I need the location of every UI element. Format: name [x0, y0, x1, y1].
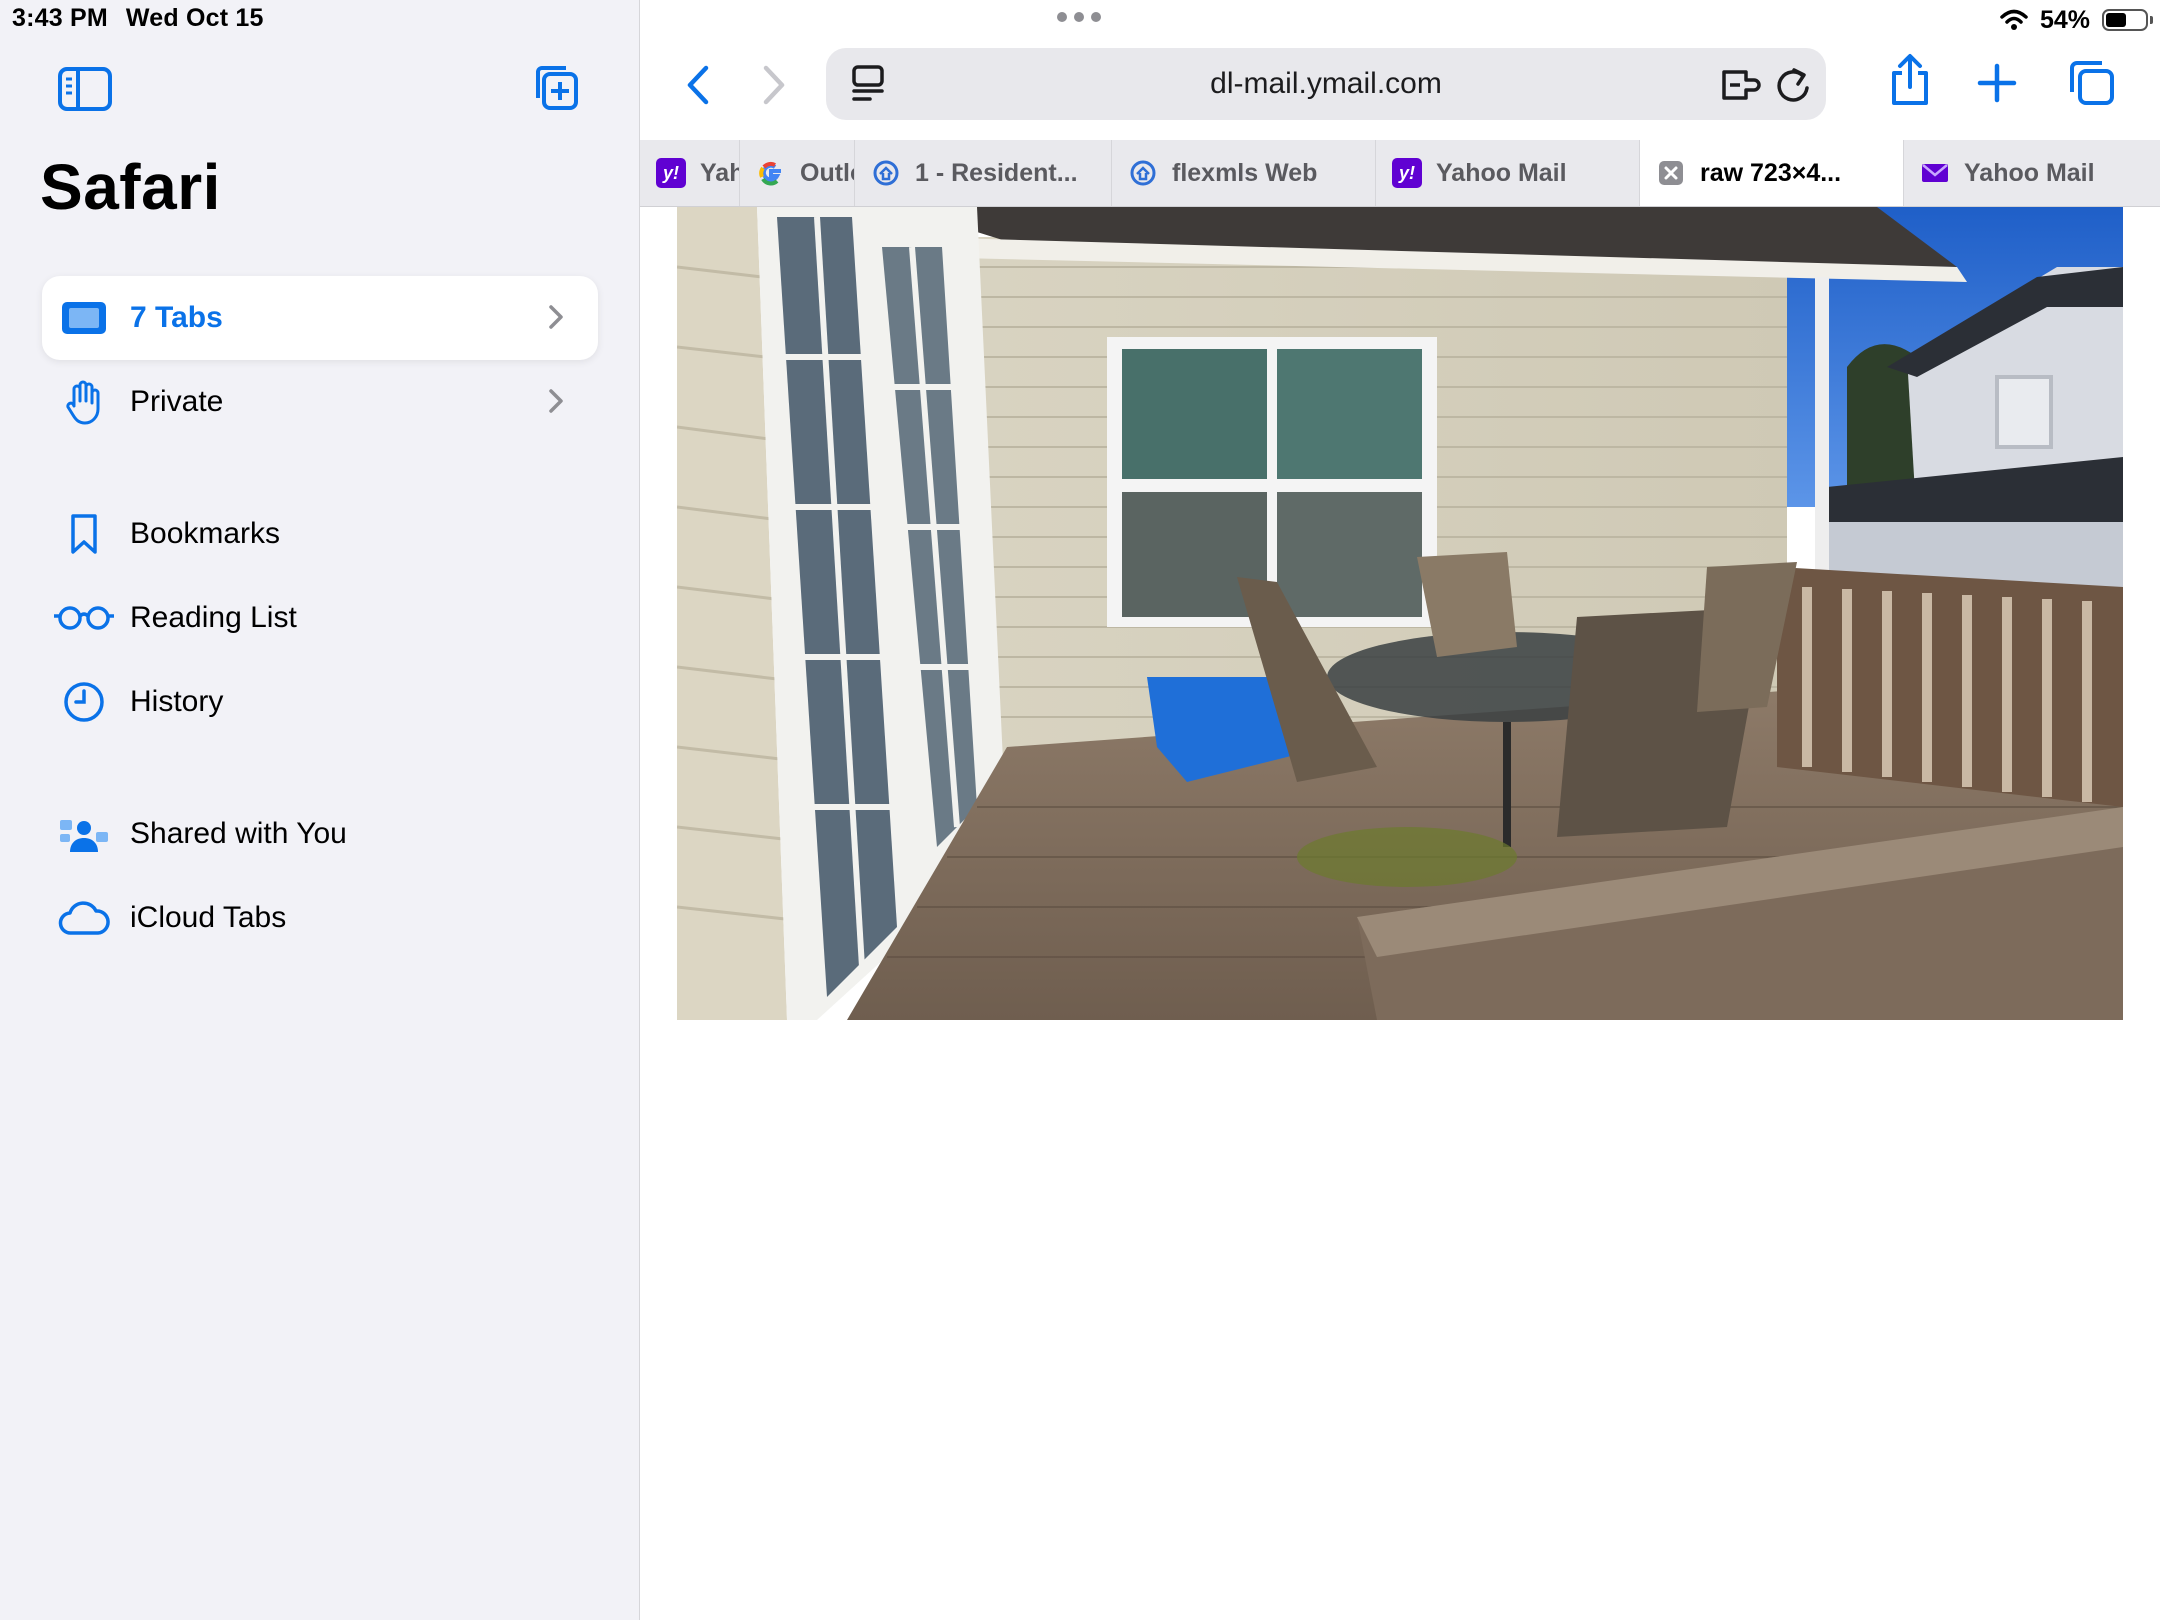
sidebar-item-tabs[interactable]: 7 Tabs: [42, 276, 598, 360]
chevron-right-icon: [763, 65, 785, 105]
tab-overview-icon: [2070, 61, 2114, 105]
chevron-right-icon: [549, 305, 563, 329]
sidebar-toggle-icon[interactable]: [58, 66, 112, 112]
tab-label: Yahoo Mail: [700, 158, 739, 187]
flexmls-favicon: [1130, 160, 1156, 186]
address-bar[interactable]: dl-mail.ymail.com: [826, 48, 1826, 120]
tab-raw-image[interactable]: raw 723×4...: [1640, 140, 1904, 206]
status-date: Wed Oct 15: [125, 4, 264, 32]
browser-toolbar: dl-mail.ymail.com: [640, 40, 2160, 140]
sidebar-item-label: Bookmarks: [130, 517, 281, 550]
tab-yahoo-mail-3[interactable]: Yahoo Mail: [1904, 140, 2160, 206]
tab-label: Yahoo Mail: [1964, 158, 2095, 187]
google-favicon: [759, 161, 781, 186]
sidebar-item-icloud-tabs[interactable]: iCloud Tabs: [42, 876, 598, 960]
sidebar-item-history[interactable]: History: [42, 660, 598, 744]
tab-overview-button[interactable]: [2064, 56, 2118, 110]
reload-icon[interactable]: [1774, 64, 1812, 104]
hand-icon: [66, 380, 100, 425]
sidebar-item-label: History: [130, 685, 224, 718]
wifi-icon: [2000, 9, 2028, 30]
yahoo-favicon: y!: [1392, 158, 1422, 188]
tab-yahoo-mail-1[interactable]: y! Yahoo Mail: [640, 140, 740, 206]
sidebar-item-label: 7 Tabs: [130, 301, 223, 334]
battery-icon: [2102, 9, 2153, 31]
tabs-icon: [62, 302, 106, 334]
mail-favicon: [1922, 164, 1948, 182]
close-icon[interactable]: [1656, 158, 1686, 188]
sidebar: Safari 7 Tabs Private Bookmarks Reading …: [0, 0, 640, 1620]
shared-people-icon: [60, 820, 108, 852]
tab-label: raw 723×4...: [1700, 158, 1842, 187]
forward-button[interactable]: [754, 60, 794, 110]
back-button[interactable]: [678, 60, 718, 110]
tab-label: Yahoo Mail: [1436, 158, 1567, 187]
cloud-icon: [58, 901, 110, 935]
sidebar-item-shared-with-you[interactable]: Shared with You: [42, 792, 598, 876]
url-text[interactable]: dl-mail.ymail.com: [826, 48, 1826, 120]
status-bar-right: 54%: [2000, 4, 2153, 36]
new-tab-button[interactable]: [1972, 58, 2022, 108]
sidebar-item-private[interactable]: Private: [42, 360, 598, 444]
sidebar-title: Safari: [40, 151, 221, 223]
sidebar-item-label: iCloud Tabs: [130, 901, 287, 934]
reader-extension-icon[interactable]: [1720, 66, 1764, 104]
new-tab-group-icon[interactable]: [530, 62, 580, 112]
sidebar-item-label: Private: [130, 385, 224, 418]
tab-label: flexmls Web: [1172, 158, 1318, 187]
bookmark-icon: [71, 514, 97, 554]
share-icon: [1892, 54, 1928, 105]
tab-label: Outlook: [800, 158, 854, 187]
glasses-icon: [54, 606, 114, 630]
tab-label: 1 - Resident...: [915, 158, 1078, 187]
tab-bar: y! Yahoo Mail Outlook 1 - Resident... fl…: [640, 140, 2160, 207]
chevron-right-icon: [549, 389, 563, 413]
tab-outlook[interactable]: Outlook: [740, 140, 855, 206]
yahoo-favicon: y!: [656, 158, 686, 188]
sidebar-item-label: Shared with You: [130, 817, 347, 850]
clock-icon: [64, 682, 104, 722]
web-content: [640, 207, 2160, 1620]
status-time: 3:43 PM: [12, 4, 108, 32]
multitasking-dots-icon[interactable]: [1057, 12, 1101, 22]
tab-yahoo-mail-2[interactable]: y! Yahoo Mail: [1376, 140, 1640, 206]
sidebar-item-label: Reading List: [130, 601, 297, 634]
sidebar-item-bookmarks[interactable]: Bookmarks: [42, 492, 598, 576]
chevron-left-icon: [687, 65, 709, 105]
deck-photo: [677, 207, 2123, 1020]
sidebar-item-reading-list[interactable]: Reading List: [42, 576, 598, 660]
status-bar-time: 3:43 PM Wed Oct 15: [12, 4, 282, 33]
flexmls-favicon: [873, 160, 899, 186]
share-button[interactable]: [1884, 50, 1936, 110]
tab-resident[interactable]: 1 - Resident...: [855, 140, 1112, 206]
plus-icon: [1977, 63, 2017, 103]
battery-percent: 54%: [2039, 5, 2090, 34]
tab-flexmls-web[interactable]: flexmls Web: [1112, 140, 1376, 206]
